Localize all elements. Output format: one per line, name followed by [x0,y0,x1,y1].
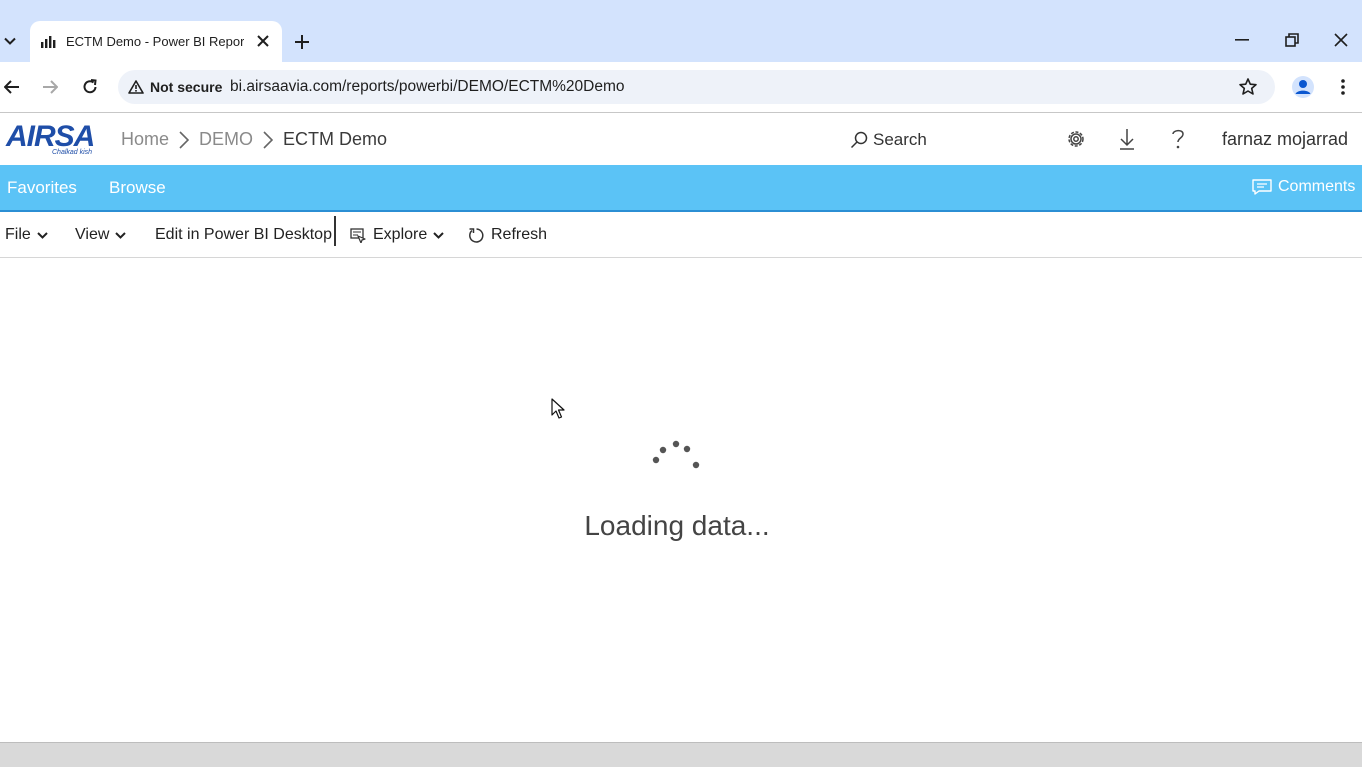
reload-icon[interactable] [78,75,102,99]
breadcrumb: Home DEMO ECTM Demo [121,129,387,150]
loading-spinner-icon [650,440,704,472]
star-icon[interactable] [1238,77,1258,97]
explore-menu[interactable]: Explore [350,226,444,244]
help-icon[interactable] [1166,127,1190,151]
site-info-button[interactable]: Not secure [128,78,222,96]
chevron-right-icon [179,130,190,149]
chevron-down-icon [37,231,48,239]
loading-message: Loading data... [584,510,770,541]
address-bar[interactable]: Not secure bi.airsaavia.com/reports/powe… [118,70,1275,104]
bar-chart-icon [40,33,56,49]
nav-favorites[interactable]: Favorites [7,178,77,198]
logo-subtext: Chalkad kish [52,149,93,156]
warning-icon [128,80,144,94]
user-name[interactable]: farnaz mojarrad [1222,129,1348,150]
comments-label: Comments [1278,178,1356,195]
url-text[interactable]: bi.airsaavia.com/reports/powerbi/DEMO/EC… [230,78,625,96]
close-icon[interactable] [253,31,273,51]
mouse-cursor-icon [551,398,567,420]
app-header: AIRSA Chalkad kish Home DEMO ECTM Demo S… [0,113,1362,165]
more-vert-icon[interactable] [1333,76,1353,98]
profile-icon[interactable] [1290,74,1316,100]
breadcrumb-demo[interactable]: DEMO [199,129,253,150]
view-label: View [75,226,110,243]
portal-navbar: Favorites Browse Comments [0,165,1362,212]
restore-icon[interactable] [1275,26,1309,54]
explore-icon [350,227,367,243]
chevron-right-icon [263,130,274,149]
chevron-down-icon [115,231,127,239]
download-icon[interactable] [1115,127,1139,151]
report-content-area: Loading data... [0,258,1362,742]
forward-icon[interactable] [38,75,62,99]
breadcrumb-current: ECTM Demo [283,129,388,149]
gear-icon[interactable] [1064,127,1088,151]
search-icon [850,131,868,149]
explore-label: Explore [373,226,428,243]
search-button[interactable]: Search [850,130,927,150]
tab-title: ECTM Demo - Power BI Report [66,34,244,49]
minimize-icon[interactable] [1225,26,1259,54]
refresh-icon [468,227,485,244]
browser-tab-strip: ECTM Demo - Power BI Report [0,0,1362,62]
security-label: Not secure [150,79,223,95]
comment-icon [1252,179,1272,195]
refresh-label: Refresh [491,226,548,243]
window-close-icon[interactable] [1324,26,1358,54]
report-toolbar: File View Edit in Power BI Desktop Explo… [0,212,1362,258]
edit-in-desktop-button[interactable]: Edit in Power BI Desktop [155,226,332,244]
tab-list-icon[interactable] [0,28,20,54]
bottom-bar [0,742,1362,767]
airsa-logo[interactable]: AIRSA Chalkad kish [6,120,96,157]
comments-button[interactable]: Comments [1252,178,1355,196]
browser-toolbar: Not secure bi.airsaavia.com/reports/powe… [0,62,1362,113]
refresh-button[interactable]: Refresh [468,226,547,244]
file-menu[interactable]: File [5,226,48,244]
toolbar-divider [334,216,336,246]
edit-label: Edit in Power BI Desktop [155,226,332,243]
back-icon[interactable] [0,75,24,99]
chevron-down-icon [433,231,444,239]
plus-icon[interactable] [290,30,314,54]
logo-text: AIRSA [6,120,95,153]
nav-browse[interactable]: Browse [109,178,166,198]
breadcrumb-home[interactable]: Home [121,129,169,150]
search-label: Search [873,130,927,149]
view-menu[interactable]: View [75,226,127,244]
file-label: File [5,226,31,243]
browser-tab[interactable]: ECTM Demo - Power BI Report [30,21,282,62]
